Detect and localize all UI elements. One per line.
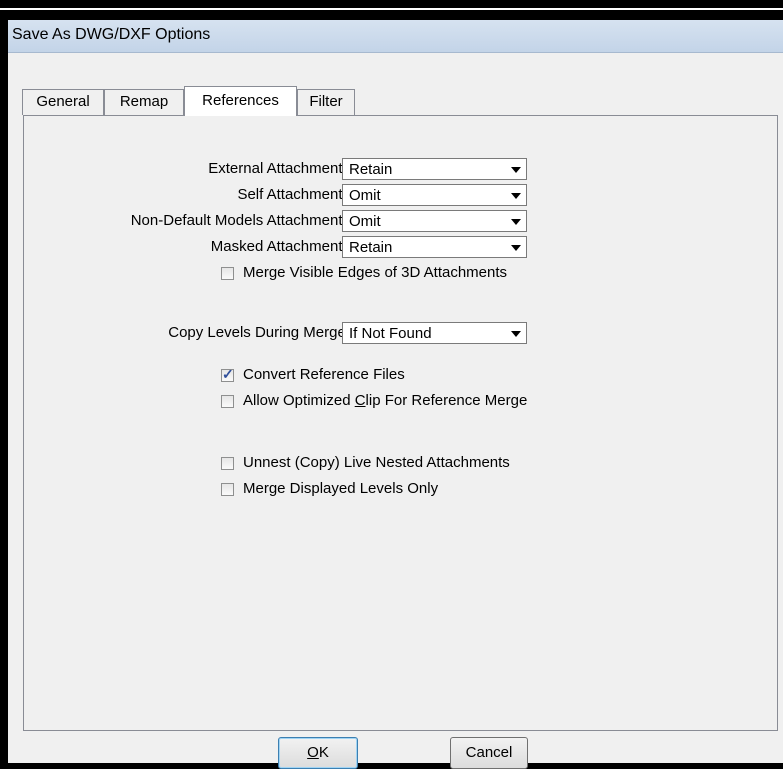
allow-clip-label-post: lip For Reference Merge xyxy=(365,392,528,409)
non-default-models-label: Non-Default Models Attachments xyxy=(130,212,350,229)
chevron-down-icon xyxy=(511,219,521,225)
allow-clip-box[interactable] xyxy=(221,395,234,408)
top-bar-line xyxy=(0,8,783,10)
convert-reference-label: Convert Reference Files xyxy=(243,366,405,383)
merge-3d-label: Merge Visible Edges of 3D Attachments xyxy=(243,264,508,281)
external-attachments-label: External Attachments xyxy=(208,160,350,177)
self-attachments-value: Omit xyxy=(349,187,381,204)
chevron-down-icon xyxy=(511,245,521,251)
self-attachments-label: Self Attachments xyxy=(237,186,350,203)
ok-mnemonic: O xyxy=(307,744,319,761)
tab-general[interactable]: General xyxy=(22,89,104,115)
dialog-client: General Remap References Filter External… xyxy=(8,53,783,769)
convert-reference-box[interactable]: ✓ xyxy=(221,366,234,382)
window-title: Save As DWG/DXF Options xyxy=(12,26,211,43)
tab-remap-label: Remap xyxy=(119,93,169,110)
masked-attachments-value: Retain xyxy=(349,239,393,256)
tab-remap[interactable]: Remap xyxy=(104,89,184,115)
tab-references-label: References xyxy=(202,92,279,109)
title-bar: Save As DWG/DXF Options xyxy=(8,20,783,53)
external-attachments-select[interactable]: Retain xyxy=(342,158,527,180)
tab-references[interactable]: References xyxy=(184,86,297,116)
allow-clip-label-pre: Allow Optimized xyxy=(243,392,355,409)
non-default-models-select[interactable]: Omit xyxy=(342,210,527,232)
non-default-models-value: Omit xyxy=(349,213,381,230)
check-icon: ✓ xyxy=(222,366,234,382)
ok-rest: K xyxy=(318,744,329,761)
allow-clip-label: Allow Optimized Clip For Reference Merge xyxy=(243,392,527,409)
merge-displayed-box[interactable] xyxy=(221,483,234,496)
ok-button[interactable]: OK xyxy=(278,737,358,769)
tab-filter[interactable]: Filter xyxy=(297,89,355,115)
dialog-window: Save As DWG/DXF Options General Remap Re… xyxy=(8,20,783,769)
copy-levels-value: If Not Found xyxy=(349,325,432,342)
merge-3d-box[interactable] xyxy=(221,267,234,280)
masked-attachments-label: Masked Attachments xyxy=(210,238,350,255)
merge-displayed-label: Merge Displayed Levels Only xyxy=(243,480,439,497)
tab-filter-label: Filter xyxy=(309,93,343,110)
unnest-label: Unnest (Copy) Live Nested Attachments xyxy=(243,454,510,471)
top-bar xyxy=(0,0,783,20)
unnest-box[interactable] xyxy=(221,457,234,470)
chevron-down-icon xyxy=(511,193,521,199)
copy-levels-select[interactable]: If Not Found xyxy=(342,322,527,344)
copy-levels-label: Copy Levels During Merge: xyxy=(168,324,350,341)
chevron-down-icon xyxy=(511,167,521,173)
external-attachments-value: Retain xyxy=(349,161,393,178)
allow-clip-mnemonic: C xyxy=(354,392,366,409)
self-attachments-select[interactable]: Omit xyxy=(342,184,527,206)
cancel-button[interactable]: Cancel xyxy=(450,737,528,769)
references-panel: External Attachments Retain Self Attachm… xyxy=(23,115,778,731)
chevron-down-icon xyxy=(511,331,521,337)
tab-general-label: General xyxy=(36,93,90,110)
masked-attachments-select[interactable]: Retain xyxy=(342,236,527,258)
